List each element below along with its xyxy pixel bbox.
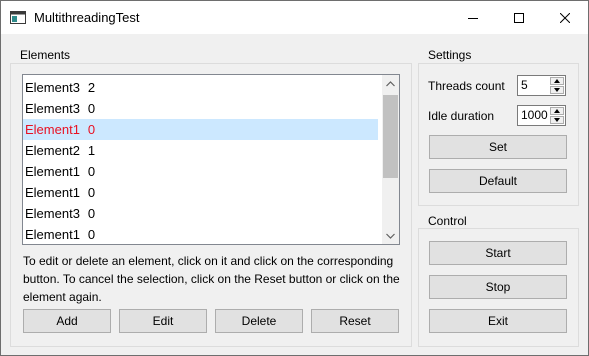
idle-decrement-button[interactable] — [550, 116, 564, 124]
maximize-icon — [514, 12, 524, 23]
list-item[interactable]: Element2 1 — [23, 140, 378, 161]
idle-duration-value: 1000 — [521, 108, 548, 122]
settings-group-title: Settings — [425, 48, 475, 62]
threads-count-label: Threads count — [428, 79, 505, 93]
list-item[interactable]: Element3 2 — [23, 77, 378, 98]
list-scrollbar[interactable] — [382, 75, 399, 244]
idle-increment-button[interactable] — [550, 107, 564, 115]
spin-up-icon — [554, 109, 560, 113]
threads-count-value: 5 — [521, 78, 528, 92]
spin-down-icon — [554, 118, 560, 122]
chevron-up-icon — [386, 80, 395, 86]
window-title: MultithreadingTest — [34, 10, 140, 25]
minimize-icon — [468, 17, 478, 19]
spin-up-icon — [554, 79, 560, 83]
default-button[interactable]: Default — [429, 169, 567, 193]
elements-list[interactable]: Element3 2 Element3 0 Element1 0 Element2 1 … — [22, 74, 400, 245]
idle-duration-spinbox[interactable]: 1000 — [517, 105, 566, 126]
maximize-button[interactable] — [496, 1, 542, 34]
exit-button[interactable]: Exit — [429, 309, 567, 333]
list-item-selected[interactable]: Element1 0 — [23, 119, 378, 140]
edit-button[interactable]: Edit — [119, 309, 207, 333]
scroll-down-button[interactable] — [382, 227, 399, 244]
close-button[interactable] — [542, 1, 588, 34]
add-button[interactable]: Add — [23, 309, 111, 333]
threads-count-spinbox[interactable]: 5 — [517, 75, 566, 96]
list-item[interactable]: Element1 0 — [23, 161, 378, 182]
list-item[interactable]: Element3 0 — [23, 203, 378, 224]
app-icon — [10, 11, 26, 24]
list-item[interactable]: Element1 0 — [23, 182, 378, 203]
delete-button[interactable]: Delete — [215, 309, 303, 333]
stop-button[interactable]: Stop — [429, 275, 567, 299]
scroll-up-button[interactable] — [382, 75, 399, 92]
main-window: MultithreadingTest Elements Element3 2 El… — [0, 0, 589, 356]
set-button[interactable]: Set — [429, 135, 567, 159]
elements-group-title: Elements — [17, 48, 74, 62]
idle-duration-label: Idle duration — [428, 109, 495, 123]
instructions-text: To edit or delete an element, click on i… — [23, 254, 400, 304]
close-icon — [560, 12, 570, 23]
start-button[interactable]: Start — [429, 241, 567, 265]
spin-down-icon — [554, 88, 560, 92]
threads-increment-button[interactable] — [550, 77, 564, 85]
list-item[interactable]: Element3 0 — [23, 98, 378, 119]
threads-decrement-button[interactable] — [550, 86, 564, 94]
chevron-down-icon — [386, 233, 395, 239]
control-group-title: Control — [425, 214, 470, 228]
list-item[interactable]: Element1 0 — [23, 224, 378, 244]
scroll-thumb[interactable] — [383, 95, 398, 178]
title-bar[interactable]: MultithreadingTest — [1, 1, 588, 34]
reset-button[interactable]: Reset — [311, 309, 399, 333]
minimize-button[interactable] — [450, 1, 496, 34]
